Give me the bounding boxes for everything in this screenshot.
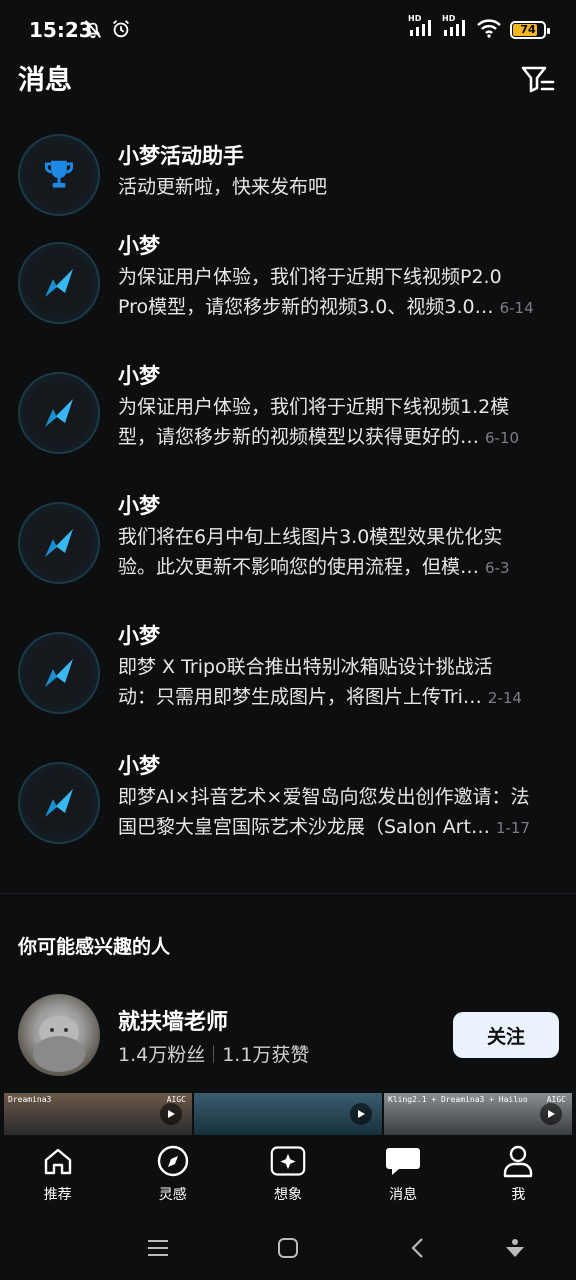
tab-imagine[interactable]: 想象 bbox=[230, 1135, 345, 1215]
wifi-icon bbox=[476, 18, 502, 42]
home-button[interactable] bbox=[273, 1233, 303, 1263]
tab-profile[interactable]: 我 bbox=[461, 1135, 576, 1215]
menu-icon bbox=[148, 1240, 168, 1256]
page-title: 消息 bbox=[18, 65, 72, 96]
assistant-button[interactable] bbox=[500, 1233, 530, 1263]
sparkle-icon bbox=[270, 1143, 306, 1179]
dreamina-logo-icon bbox=[45, 529, 73, 557]
filter-button[interactable] bbox=[520, 64, 556, 96]
follow-button[interactable]: 关注 bbox=[453, 1012, 559, 1058]
signal-icon-2: HD bbox=[442, 14, 468, 42]
message-list: 小梦活动助手 活动更新啦，快来发布吧 小梦 为保证用户体验，我们将于近期下线视频… bbox=[0, 120, 576, 880]
signal-icon-1: HD bbox=[408, 14, 434, 42]
like-count: 1.1万获赞 bbox=[222, 1044, 310, 1066]
play-icon bbox=[540, 1103, 562, 1125]
message-title: 小梦 bbox=[118, 494, 160, 518]
message-title: 小梦 bbox=[118, 364, 160, 388]
home-icon bbox=[40, 1143, 76, 1179]
activity-assistant-avatar bbox=[18, 134, 100, 216]
tab-inspiration[interactable]: 灵感 bbox=[115, 1135, 230, 1215]
message-item[interactable]: 小梦 我们将在6月中旬上线图片3.0模型效果优化实 验。此次更新不影响您的使用流… bbox=[0, 490, 576, 620]
battery-icon: 74 bbox=[510, 21, 550, 39]
dreamina-avatar bbox=[18, 242, 100, 324]
message-date: 1-17 bbox=[495, 819, 530, 837]
message-preview: 为保证用户体验，我们将于近期下线视频1.2模 型，请您移步新的视频模型以获得更好… bbox=[118, 392, 550, 453]
recent-apps-button[interactable] bbox=[143, 1233, 173, 1263]
dreamina-avatar bbox=[18, 762, 100, 844]
message-preview: 即梦 X Tripo联合推出特别冰箱贴设计挑战活 动：只需用即梦生成图片，将图片… bbox=[118, 652, 550, 713]
dreamina-logo-icon bbox=[45, 269, 73, 297]
dreamina-logo-icon bbox=[45, 399, 73, 427]
square-icon bbox=[278, 1238, 298, 1258]
message-item[interactable]: 小梦 即梦AI×抖音艺术×爱智岛向您发出创作邀请：法 国巴黎大皇宫国际艺术沙龙展… bbox=[0, 750, 576, 880]
trophy-icon bbox=[44, 160, 74, 188]
message-date: 6-3 bbox=[485, 559, 510, 577]
status-bar: 15:23 HD HD 74 bbox=[0, 0, 576, 60]
message-title: 小梦活动助手 bbox=[118, 144, 244, 168]
suggested-user-name[interactable]: 就扶墙老师 bbox=[118, 1004, 228, 1036]
suggested-user-avatar[interactable] bbox=[18, 994, 100, 1076]
message-preview: 即梦AI×抖音艺术×爱智岛向您发出创作邀请：法 国巴黎大皇宫国际艺术沙龙展（Sa… bbox=[118, 782, 550, 843]
message-title: 小梦 bbox=[118, 624, 160, 648]
work-thumbnail[interactable]: Dreamina3 AIGC bbox=[4, 1093, 192, 1135]
message-item[interactable]: 小梦 即梦 X Tripo联合推出特别冰箱贴设计挑战活 动：只需用即梦生成图片，… bbox=[0, 620, 576, 750]
message-item[interactable]: 小梦 为保证用户体验，我们将于近期下线视频P2.0 Pro模型，请您移步新的视频… bbox=[0, 230, 576, 360]
message-preview: 为保证用户体验，我们将于近期下线视频P2.0 Pro模型，请您移步新的视频3.0… bbox=[118, 262, 550, 323]
message-preview: 我们将在6月中旬上线图片3.0模型效果优化实 验。此次更新不影响您的使用流程，但… bbox=[118, 522, 550, 583]
dreamina-logo-icon bbox=[45, 659, 73, 687]
suggested-user-stats: 1.4万粉丝 1.1万获赞 bbox=[118, 1040, 309, 1067]
profile-icon bbox=[500, 1143, 536, 1179]
filter-icon bbox=[521, 66, 555, 93]
compass-icon bbox=[155, 1143, 191, 1179]
play-icon bbox=[160, 1103, 182, 1125]
dreamina-logo-icon bbox=[45, 789, 73, 817]
play-icon bbox=[350, 1103, 372, 1125]
tab-recommend[interactable]: 推荐 bbox=[0, 1135, 115, 1215]
message-title: 小梦 bbox=[118, 754, 160, 778]
tab-messages[interactable]: 消息 bbox=[346, 1135, 461, 1215]
suggested-user-works: Dreamina3 AIGC Kling2.1 + Dreamina3 + Ha… bbox=[4, 1093, 572, 1135]
suggested-section-title: 你可能感兴趣的人 bbox=[18, 936, 171, 958]
back-button[interactable] bbox=[403, 1233, 433, 1263]
dreamina-avatar bbox=[18, 502, 100, 584]
system-nav-bar bbox=[0, 1215, 576, 1280]
follower-count: 1.4万粉丝 bbox=[118, 1044, 206, 1066]
message-date: 6-14 bbox=[499, 299, 534, 317]
message-title: 小梦 bbox=[118, 234, 160, 258]
dreamina-avatar bbox=[18, 632, 100, 714]
back-arrow-icon bbox=[411, 1238, 423, 1258]
section-divider bbox=[0, 893, 576, 894]
message-preview: 活动更新啦，快来发布吧 bbox=[118, 176, 328, 198]
bottom-tab-bar: 推荐 灵感 想象 消息 我 bbox=[0, 1135, 576, 1215]
message-item[interactable]: 小梦活动助手 活动更新啦，快来发布吧 bbox=[0, 120, 576, 230]
battery-level: 74 bbox=[520, 23, 536, 36]
assistant-icon bbox=[506, 1239, 524, 1257]
message-icon bbox=[385, 1143, 421, 1179]
message-date: 6-10 bbox=[485, 429, 520, 447]
work-thumbnail[interactable]: Kling2.1 + Dreamina3 + Hailuo AIGC bbox=[384, 1093, 572, 1135]
work-thumbnail[interactable] bbox=[194, 1093, 382, 1135]
message-date: 2-14 bbox=[487, 689, 522, 707]
dreamina-avatar bbox=[18, 372, 100, 454]
message-item[interactable]: 小梦 为保证用户体验，我们将于近期下线视频1.2模 型，请您移步新的视频模型以获… bbox=[0, 360, 576, 490]
alarm-icon bbox=[110, 18, 132, 44]
mute-bell-icon bbox=[82, 18, 104, 44]
